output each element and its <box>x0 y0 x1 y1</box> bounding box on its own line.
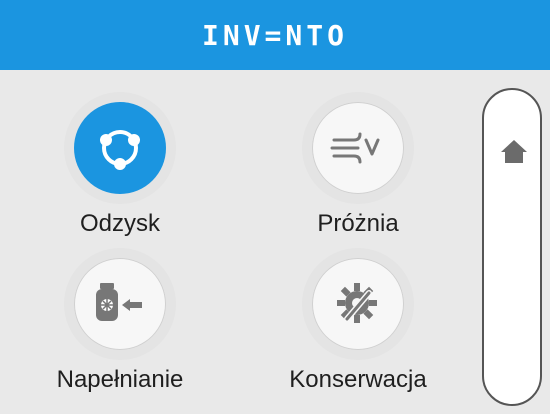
vacuum-button[interactable] <box>302 92 414 204</box>
menu-item-label: Napełnianie <box>56 366 184 393</box>
maintenance-button[interactable] <box>302 248 414 360</box>
menu-item-label: Próżnia <box>317 210 399 237</box>
menu-item-filling[interactable]: Napełnianie <box>20 248 220 398</box>
recovery-button[interactable] <box>64 92 176 204</box>
app-header: INV=NTO <box>0 0 550 70</box>
vacuum-icon <box>330 132 380 164</box>
menu-item-label: Odzysk <box>79 210 160 237</box>
menu-item-recovery[interactable]: Odzysk <box>20 92 220 242</box>
maintenance-icon <box>337 283 377 323</box>
brand-logo: INV=NTO <box>201 18 348 52</box>
home-icon[interactable] <box>500 138 528 164</box>
menu-item-label: Konserwacja <box>289 366 427 393</box>
menu-item-maintenance[interactable]: Konserwacja <box>258 248 458 398</box>
menu-item-vacuum[interactable]: Próżnia <box>258 92 458 242</box>
filling-icon <box>96 283 142 321</box>
filling-button[interactable] <box>64 248 176 360</box>
side-scroll-rail[interactable] <box>482 88 542 406</box>
recovery-icon <box>100 130 140 170</box>
